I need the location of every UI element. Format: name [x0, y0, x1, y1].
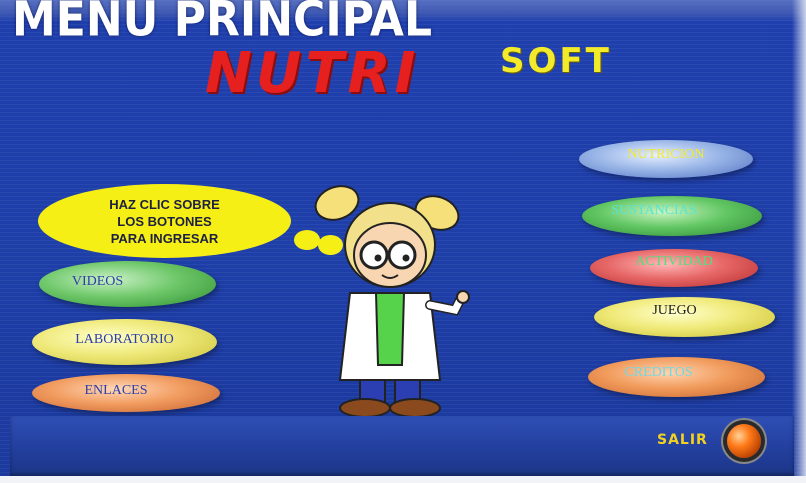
laboratorio-button[interactable]: LABORATORIO: [32, 319, 217, 365]
creditos-button[interactable]: CREDITOS: [588, 357, 765, 397]
nutricion-label: NUTRICION: [627, 147, 705, 162]
sustancias-button[interactable]: SUSTANCIAS: [582, 196, 762, 236]
laboratorio-label: LABORATORIO: [75, 332, 174, 347]
salir-button[interactable]: [727, 424, 761, 458]
bottom-white-strip: [0, 476, 806, 483]
page-title: MENU PRINCIPAL: [12, 0, 432, 48]
juego-label: JUEGO: [652, 303, 697, 318]
juego-button[interactable]: JUEGO: [594, 297, 775, 337]
bubble-line-3: PARA INGRESAR: [110, 230, 219, 246]
right-edge: [792, 0, 806, 483]
scientist-girl-illustration: [314, 185, 470, 418]
videos-button[interactable]: VIDEOS: [39, 261, 216, 307]
speech-bubble: HAZ CLIC SOBRE LOS BOTONES PARA INGRESAR: [38, 184, 291, 258]
bubble-line-1: HAZ CLIC SOBRE: [109, 196, 220, 212]
sustancias-label: SUSTANCIAS: [611, 203, 697, 218]
nutricion-button[interactable]: NUTRICION: [579, 140, 753, 178]
brand-soft: SOFT: [500, 41, 612, 81]
enlaces-button[interactable]: ENLACES: [32, 374, 220, 412]
actividad-button[interactable]: ACTIVIDAD: [590, 249, 758, 287]
menu-screen: MENU PRINCIPAL NUTRI SOFT HAZ CLIC SOBRE…: [0, 0, 806, 483]
salir-label[interactable]: SALIR: [657, 433, 708, 447]
creditos-label: CREDITOS: [624, 365, 693, 380]
enlaces-label: ENLACES: [84, 383, 148, 398]
videos-label: VIDEOS: [71, 274, 124, 289]
actividad-label: ACTIVIDAD: [635, 254, 713, 269]
brand-nutri: NUTRI: [205, 41, 420, 106]
bubble-line-2: LOS BOTONES: [117, 213, 212, 229]
